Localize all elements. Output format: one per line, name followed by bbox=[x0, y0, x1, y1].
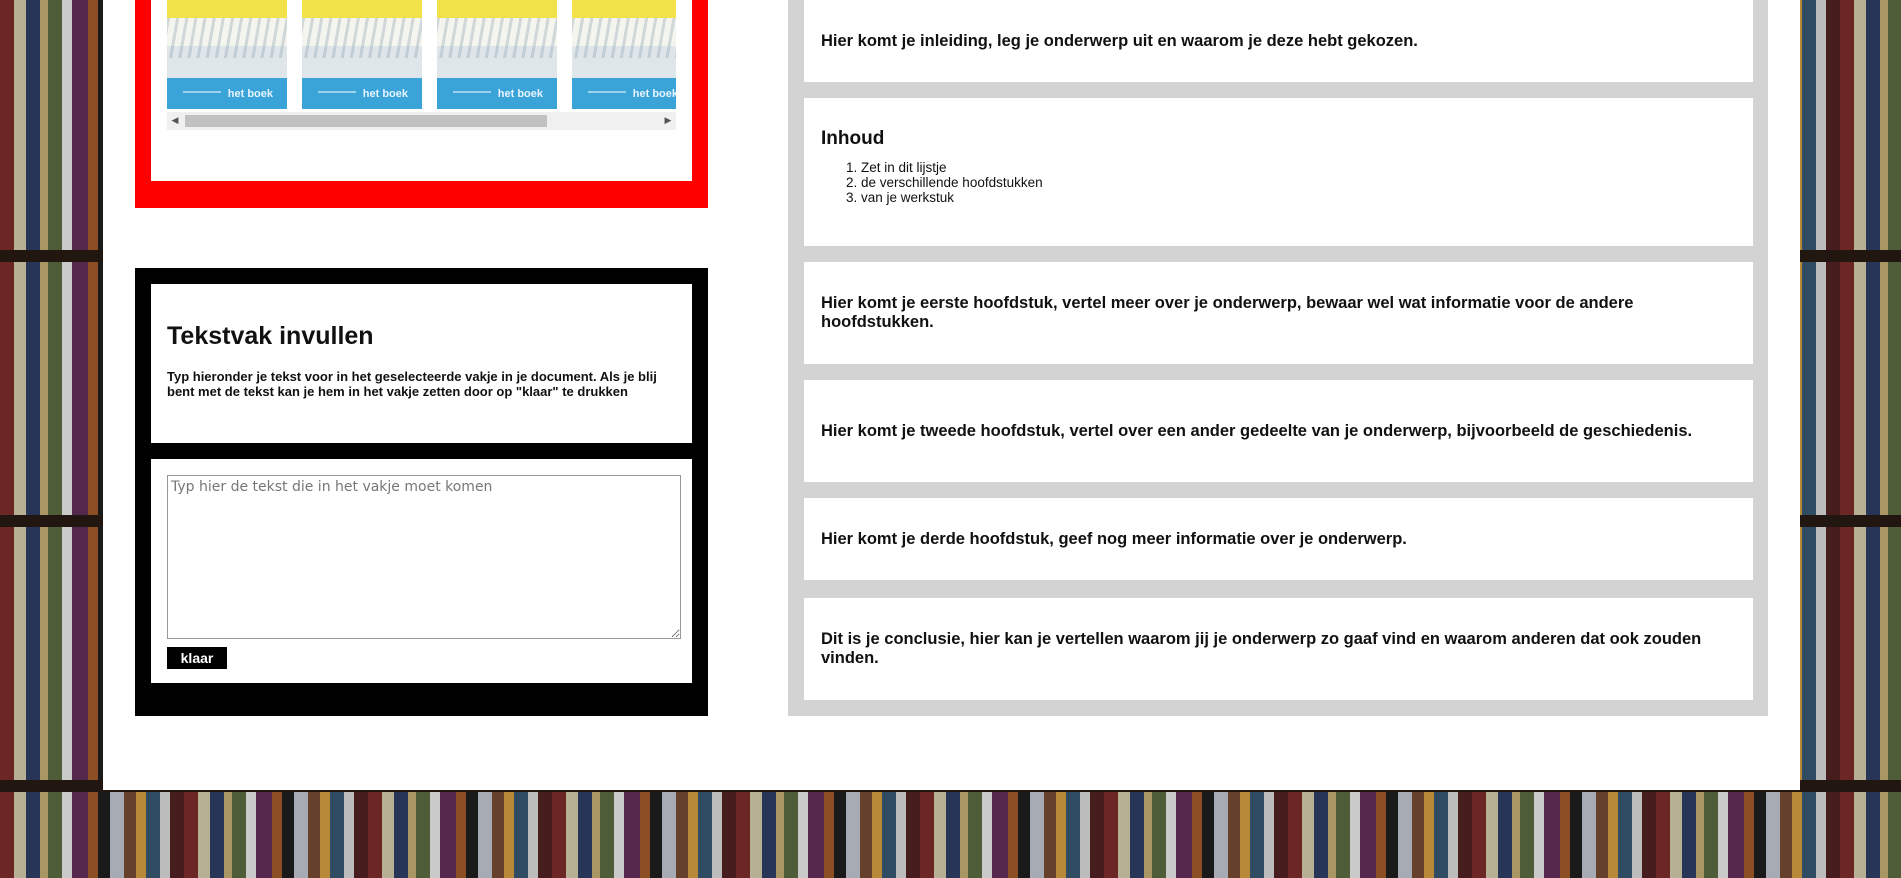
section-chapter-2[interactable]: Hier komt je tweede hoofdstuk, vertel ov… bbox=[804, 380, 1753, 482]
book-subtitle-line bbox=[453, 91, 491, 93]
toc-heading: Inhoud bbox=[821, 128, 885, 149]
textbox-form: klaar bbox=[151, 459, 692, 683]
section-chapter-1[interactable]: Hier komt je eerste hoofdstuk, vertel me… bbox=[804, 262, 1753, 364]
section-intro[interactable]: Hier komt je inleiding, leg je onderwerp… bbox=[804, 0, 1753, 82]
scrollbar-thumb[interactable] bbox=[185, 115, 547, 127]
book-subtitle-line bbox=[588, 91, 626, 93]
document-panel: Hier komt je inleiding, leg je onderwerp… bbox=[788, 0, 1768, 716]
done-button[interactable]: klaar bbox=[167, 647, 227, 669]
book-cover[interactable]: het boek bbox=[302, 0, 422, 109]
textbox-instructions: Typ hieronder je tekst voor in het gesel… bbox=[167, 369, 657, 399]
toc-item: de verschillende hoofdstukken bbox=[861, 175, 1736, 190]
chapter-2-text: Hier komt je tweede hoofdstuk, vertel ov… bbox=[821, 421, 1693, 440]
book-title: het boek bbox=[497, 88, 543, 100]
book-title: het boek bbox=[632, 88, 676, 100]
horizontal-scrollbar[interactable]: ◀ ▶ bbox=[167, 112, 676, 130]
chapter-1-text: Hier komt je eerste hoofdstuk, vertel me… bbox=[821, 294, 1634, 331]
toc-item: Zet in dit lijstje bbox=[861, 160, 1736, 175]
scroll-right-arrow-icon[interactable]: ▶ bbox=[660, 112, 676, 130]
book-cover[interactable]: het boek bbox=[437, 0, 557, 109]
textbox-panel: Tekstvak invullen Typ hieronder je tekst… bbox=[135, 268, 708, 716]
scroll-left-arrow-icon[interactable]: ◀ bbox=[167, 112, 183, 130]
book-title: het boek bbox=[362, 88, 408, 100]
book-gallery-panel: het boek het boek het boek het boek ◀ ▶ bbox=[135, 0, 708, 208]
text-input[interactable] bbox=[167, 475, 681, 639]
book-gallery-inner: het boek het boek het boek het boek ◀ ▶ bbox=[151, 0, 692, 181]
chapter-3-text: Hier komt je derde hoofdstuk, geef nog m… bbox=[821, 529, 1407, 548]
conclusion-text: Dit is je conclusie, hier kan je vertell… bbox=[821, 630, 1702, 667]
section-toc[interactable]: Inhoud Zet in dit lijstje de verschillen… bbox=[804, 98, 1753, 246]
toc-item: van je werkstuk bbox=[861, 190, 1736, 205]
book-title: het boek bbox=[227, 88, 273, 100]
book-cover[interactable]: het boek bbox=[167, 0, 287, 109]
toc-list: Zet in dit lijstje de verschillende hoof… bbox=[821, 160, 1736, 205]
section-chapter-3[interactable]: Hier komt je derde hoofdstuk, geef nog m… bbox=[804, 498, 1753, 580]
main-container: het boek het boek het boek het boek ◀ ▶ … bbox=[103, 0, 1800, 790]
textbox-info: Tekstvak invullen Typ hieronder je tekst… bbox=[151, 284, 692, 443]
section-conclusion[interactable]: Dit is je conclusie, hier kan je vertell… bbox=[804, 598, 1753, 700]
intro-text: Hier komt je inleiding, leg je onderwerp… bbox=[821, 31, 1418, 50]
book-carousel: het boek het boek het boek het boek bbox=[167, 0, 676, 109]
book-subtitle-line bbox=[183, 91, 221, 93]
book-subtitle-line bbox=[318, 91, 356, 93]
textbox-heading: Tekstvak invullen bbox=[167, 322, 374, 350]
book-cover[interactable]: het boek bbox=[572, 0, 676, 109]
